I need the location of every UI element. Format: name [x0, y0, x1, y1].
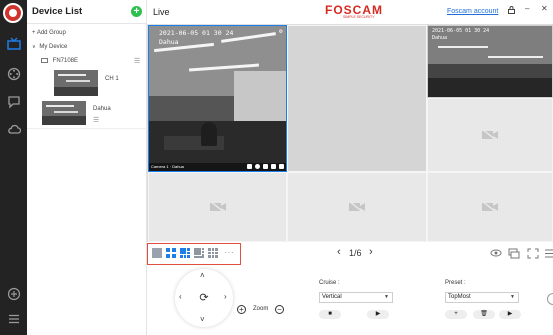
main-video-tile[interactable]: 2021-06-05 01 30 24 Dahua ⚙ Camera 1 · D… — [148, 25, 287, 172]
preset-select[interactable]: TopMost ▼ — [445, 292, 519, 303]
layout-6-button[interactable] — [180, 248, 190, 258]
cruise-value: Vertical — [322, 294, 342, 300]
delete-preset-button[interactable]: 🗑 — [473, 310, 495, 319]
goto-preset-button[interactable]: ▶ — [499, 310, 521, 319]
empty-video-tile[interactable] — [148, 172, 287, 242]
chevron-down-icon: ▼ — [510, 294, 515, 300]
record-icon[interactable] — [247, 164, 252, 169]
layout-1-button[interactable] — [152, 248, 162, 258]
main-video-timestamp: 2021-06-05 01 30 24 — [159, 29, 234, 37]
empty-video-tile[interactable] — [287, 172, 427, 242]
empty-video-tile[interactable] — [427, 172, 553, 242]
nvr-more-icon[interactable]: ☰ — [134, 57, 140, 65]
camera-more-icon[interactable]: ☰ — [93, 116, 99, 124]
foscam-logo-icon — [3, 3, 23, 23]
camera-off-icon — [481, 129, 498, 141]
add-device-icon[interactable] — [5, 287, 22, 304]
app-rail — [0, 0, 27, 335]
ptz-panel: ˄ ˅ ‹ › ⟳ + Zoom − Cruise : Vertical ▼ ■… — [147, 267, 553, 335]
message-icon[interactable] — [5, 95, 22, 112]
ptz-right-button[interactable]: › — [224, 292, 227, 301]
camera-off-icon — [348, 201, 365, 213]
main-video-osd-name: Dahua — [159, 38, 179, 46]
next-page-button[interactable]: › — [369, 246, 373, 258]
account-link[interactable]: Foscam account — [447, 8, 498, 15]
cruise-start-button[interactable]: ▶ — [367, 310, 389, 319]
divider — [27, 23, 147, 24]
lock-icon[interactable] — [508, 6, 515, 16]
add-preset-button[interactable]: + — [445, 310, 467, 319]
view-toolbar: ··· ‹ 1/6 › — [147, 242, 553, 267]
snapshot-icon[interactable] — [255, 164, 260, 169]
channel-label[interactable]: CH 1 — [105, 76, 145, 82]
talk-icon[interactable] — [271, 164, 276, 169]
add-device-button[interactable]: + — [131, 6, 142, 17]
sub-video-osd-name: Dahua — [432, 35, 448, 41]
more-layouts-button[interactable]: ··· — [224, 248, 235, 257]
brand-tagline: SIMPLE SECURITY — [343, 15, 375, 19]
ptz-joystick[interactable]: ˄ ˅ ‹ › ⟳ — [175, 269, 233, 327]
ptz-reset-icon[interactable]: ⟳ — [198, 292, 210, 304]
minimize-icon[interactable]: – — [525, 4, 529, 13]
fullscreen-icon[interactable] — [279, 164, 284, 169]
audio-icon[interactable] — [263, 164, 268, 169]
device-list-title: Device List — [32, 6, 83, 17]
cruise-select[interactable]: Vertical ▼ — [319, 292, 393, 303]
cloud-icon[interactable] — [5, 122, 22, 139]
list-view-icon[interactable] — [543, 248, 553, 259]
prev-page-button[interactable]: ‹ — [337, 246, 341, 258]
preset-value: TopMost — [448, 294, 471, 300]
camera-off-icon — [209, 201, 226, 213]
layout-8-button[interactable] — [194, 248, 204, 258]
cruise-stop-button[interactable]: ■ — [319, 310, 341, 319]
settings-icon[interactable]: ⚙ — [279, 28, 283, 35]
live-title: Live — [153, 7, 170, 17]
main-video-footer: Camera 1 · Dahua — [149, 163, 286, 171]
nvr-item[interactable]: FN7108E — [41, 58, 147, 64]
zoom-label: Zoom — [253, 306, 269, 312]
camera-thumbnail[interactable] — [42, 101, 86, 125]
my-device-label: My Device — [39, 44, 68, 50]
add-group-link[interactable]: + Add Group — [32, 30, 142, 36]
camera-off-icon — [481, 201, 498, 213]
channel-thumbnail[interactable] — [54, 70, 98, 96]
nvr-name: FN7108E — [52, 58, 79, 65]
ptz-up-button[interactable]: ˄ — [200, 271, 205, 280]
top-bar: Live FOSCAM SIMPLE SECURITY Foscam accou… — [147, 0, 553, 24]
chevron-down-icon: ∨ — [32, 44, 36, 50]
camera-name[interactable]: Dahua — [93, 106, 143, 112]
info-icon[interactable] — [547, 293, 553, 305]
ptz-toggle-icon[interactable] — [490, 248, 502, 259]
live-view-icon[interactable] — [5, 37, 22, 54]
empty-video-tile[interactable] — [427, 98, 553, 172]
sub-video-tile[interactable]: 2021-06-05 01 30 24 Dahua — [427, 25, 553, 98]
multi-screen-icon[interactable] — [508, 248, 520, 259]
layout-4-button[interactable] — [166, 248, 176, 258]
fullscreen-icon[interactable] — [527, 248, 539, 259]
layout-9-button[interactable] — [208, 248, 218, 258]
zoom-in-button[interactable]: + — [237, 305, 246, 314]
ptz-left-button[interactable]: ‹ — [179, 292, 182, 301]
ptz-down-button[interactable]: ˅ — [200, 315, 205, 324]
sub-video-timestamp: 2021-06-05 01 30 24 — [432, 28, 490, 34]
my-device-group[interactable]: ∨ My Device — [32, 44, 142, 50]
cruise-label: Cruise : — [319, 280, 340, 286]
nvr-icon — [41, 58, 48, 63]
playback-icon[interactable] — [5, 67, 22, 84]
preset-label: Preset : — [445, 280, 466, 286]
close-icon[interactable]: ✕ — [541, 4, 548, 13]
page-indicator: 1/6 — [349, 248, 362, 258]
device-panel: Device List + + Add Group ∨ My Device FN… — [27, 0, 147, 335]
zoom-out-button[interactable]: − — [275, 305, 284, 314]
video-tile-dark[interactable] — [287, 25, 427, 172]
main-video-footer-label: Camera 1 · Dahua — [151, 164, 184, 169]
divider — [27, 128, 147, 129]
chevron-down-icon: ▼ — [384, 294, 389, 300]
menu-icon[interactable] — [5, 312, 22, 329]
